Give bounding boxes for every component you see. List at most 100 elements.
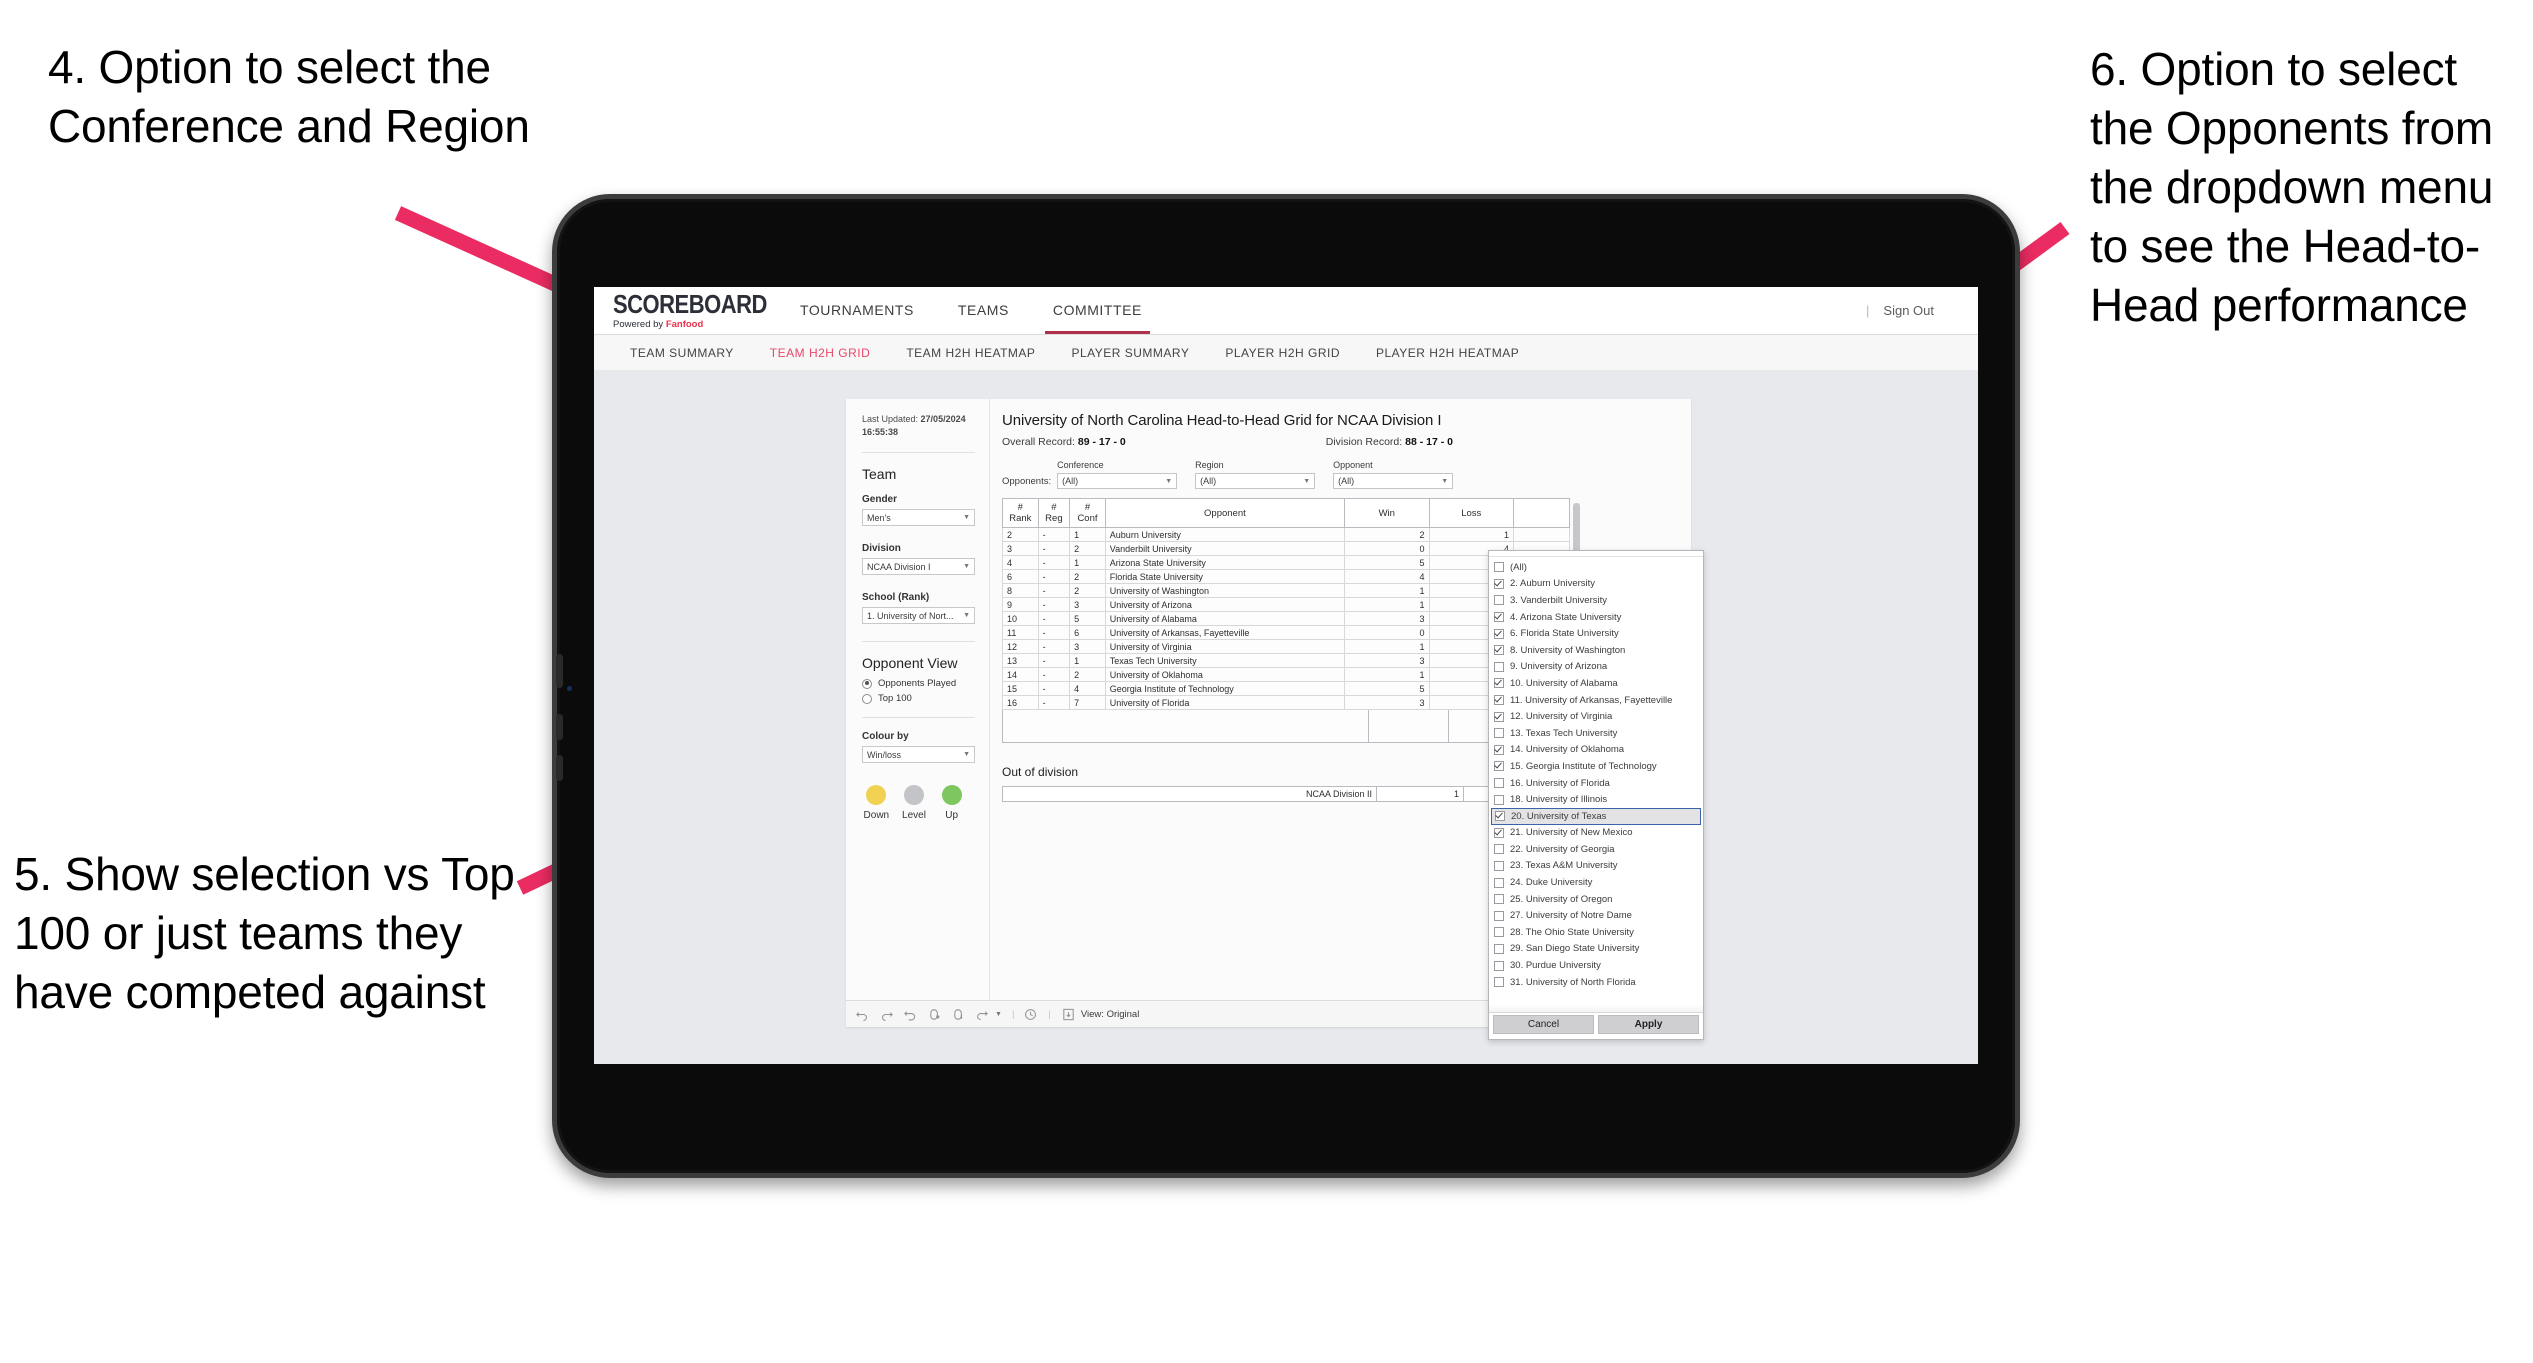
table-row[interactable]: 16-7University of Florida31 <box>1002 695 1571 710</box>
checkbox-icon[interactable] <box>1494 860 1504 871</box>
dropdown-option[interactable]: 15. Georgia Institute of Technology <box>1489 758 1703 775</box>
dropdown-option[interactable]: 11. University of Arkansas, Fayetteville <box>1489 692 1703 709</box>
dropdown-option[interactable]: (All) <box>1489 559 1703 576</box>
revert-icon[interactable] <box>903 1007 918 1022</box>
history-icon[interactable] <box>1023 1007 1038 1022</box>
tab-team-h2h-heatmap[interactable]: TEAM H2H HEATMAP <box>906 346 1035 360</box>
table-row[interactable]: 8-2University of Washington10 <box>1002 583 1571 598</box>
dropdown-option[interactable]: 25. University of Oregon <box>1489 891 1703 908</box>
nav-item-teams[interactable]: TEAMS <box>958 287 1009 334</box>
dropdown-option[interactable]: 29. San Diego State University <box>1489 941 1703 958</box>
table-row[interactable]: 3-2 Vanderbilt University 0 4 <box>1002 541 1571 556</box>
checkbox-icon[interactable] <box>1494 794 1504 805</box>
dropdown-option[interactable]: 22. University of Georgia <box>1489 841 1703 858</box>
opponent-select[interactable]: (All) ▼ <box>1333 473 1454 489</box>
dropdown-option[interactable]: 23. Texas A&M University <box>1489 858 1703 875</box>
checkbox-icon[interactable] <box>1494 595 1504 606</box>
volume-up-button[interactable] <box>556 714 563 740</box>
dropdown-option[interactable]: 24. Duke University <box>1489 874 1703 891</box>
tab-player-summary[interactable]: PLAYER SUMMARY <box>1071 346 1189 360</box>
dropdown-option[interactable]: 8. University of Washington <box>1489 642 1703 659</box>
dropdown-option[interactable]: 4. Arizona State University <box>1489 609 1703 626</box>
checkbox-icon[interactable] <box>1494 578 1504 589</box>
table-row[interactable]: 15-4Georgia Institute of Technology50 <box>1002 681 1571 696</box>
checkbox-icon[interactable] <box>1494 927 1504 938</box>
volume-down-button[interactable] <box>556 755 563 781</box>
dropdown-option[interactable]: 30. Purdue University <box>1489 957 1703 974</box>
checkbox-icon[interactable] <box>1494 678 1504 689</box>
tab-team-summary[interactable]: TEAM SUMMARY <box>630 346 734 360</box>
dropdown-option[interactable]: 31. University of North Florida <box>1489 974 1703 991</box>
dropdown-option[interactable]: 21. University of New Mexico <box>1489 825 1703 842</box>
dropdown-option[interactable]: 16. University of Florida <box>1489 775 1703 792</box>
table-row[interactable]: 2-1 Auburn University 2 1 <box>1002 527 1571 542</box>
checkbox-icon[interactable] <box>1494 827 1504 838</box>
table-row[interactable]: 9-3University of Arizona10 <box>1002 597 1571 612</box>
sign-out-link[interactable]: | Sign Out <box>1866 287 1934 334</box>
checkbox-icon[interactable] <box>1494 761 1504 772</box>
checkbox-icon[interactable] <box>1494 711 1504 722</box>
checkbox-icon[interactable] <box>1494 844 1504 855</box>
undo-icon[interactable] <box>855 1007 870 1022</box>
dropdown-option[interactable]: 10. University of Alabama <box>1489 675 1703 692</box>
dropdown-option[interactable]: 28. The Ohio State University <box>1489 924 1703 941</box>
dropdown-option[interactable]: 13. Texas Tech University <box>1489 725 1703 742</box>
table-row[interactable]: 4-1Arizona State University51 <box>1002 555 1571 570</box>
checkbox-icon[interactable] <box>1494 645 1504 656</box>
view-original-button[interactable]: View: Original <box>1061 1007 1139 1022</box>
nav-item-committee[interactable]: COMMITTEE <box>1044 287 1150 334</box>
apply-button[interactable]: Apply <box>1598 1015 1699 1034</box>
conference-select[interactable]: (All) ▼ <box>1057 473 1178 489</box>
checkbox-icon[interactable] <box>1494 894 1504 905</box>
nav-item-tournaments[interactable]: TOURNAMENTS <box>800 287 914 334</box>
checkbox-icon[interactable] <box>1494 943 1504 954</box>
tab-player-h2h-heatmap[interactable]: PLAYER H2H HEATMAP <box>1376 346 1519 360</box>
checkbox-icon[interactable] <box>1494 628 1504 639</box>
table-row[interactable]: 12-3University of Virginia10 <box>1002 639 1571 654</box>
checkbox-icon[interactable] <box>1494 910 1504 921</box>
checkbox-icon[interactable] <box>1494 562 1504 573</box>
tab-player-h2h-grid[interactable]: PLAYER H2H GRID <box>1225 346 1340 360</box>
radio-opponents-played[interactable]: Opponents Played <box>862 678 975 689</box>
dropdown-option[interactable]: 3. Vanderbilt University <box>1489 592 1703 609</box>
dropdown-option[interactable]: 2. Auburn University <box>1489 576 1703 593</box>
opponent-dropdown-panel[interactable]: (All) 2. Auburn University 3. Vanderbilt U… <box>1488 550 1704 1040</box>
checkbox-icon[interactable] <box>1494 744 1504 755</box>
tab-team-h2h-grid[interactable]: TEAM H2H GRID <box>770 346 871 360</box>
checkbox-icon[interactable] <box>1494 728 1504 739</box>
dropdown-option[interactable]: 18. University of Illinois <box>1489 791 1703 808</box>
school-rank-select[interactable]: 1. University of Nort... ▼ <box>862 607 975 624</box>
colour-by-select[interactable]: Win/loss ▼ <box>862 746 975 763</box>
dropdown-option[interactable]: 9. University of Arizona <box>1489 659 1703 676</box>
opponent-option-list[interactable]: (All) 2. Auburn University 3. Vanderbilt U… <box>1489 557 1703 1005</box>
cancel-button[interactable]: Cancel <box>1493 1015 1594 1034</box>
pause-auto-update-icon[interactable] <box>951 1007 966 1022</box>
checkbox-icon[interactable] <box>1494 695 1504 706</box>
dropdown-option[interactable]: 14. University of Oklahoma <box>1489 742 1703 759</box>
region-select[interactable]: (All) ▼ <box>1195 473 1316 489</box>
chevron-down-icon[interactable]: ▼ <box>995 1011 1002 1018</box>
checkbox-icon[interactable] <box>1494 661 1504 672</box>
table-row[interactable]: 13-1Texas Tech University30 <box>1002 653 1571 668</box>
refresh-icon[interactable] <box>927 1007 942 1022</box>
table-row[interactable]: 14-2University of Oklahoma12 <box>1002 667 1571 682</box>
share-icon[interactable] <box>975 1007 990 1022</box>
checkbox-icon[interactable] <box>1494 977 1504 988</box>
radio-top-100[interactable]: Top 100 <box>862 693 975 704</box>
checkbox-icon[interactable] <box>1494 612 1504 623</box>
checkbox-icon[interactable] <box>1494 960 1504 971</box>
checkbox-icon[interactable] <box>1494 778 1504 789</box>
table-row[interactable]: 6-2Florida State University42 <box>1002 569 1571 584</box>
gender-select[interactable]: Men's ▼ <box>862 509 975 526</box>
table-row[interactable]: 10-5University of Alabama30 <box>1002 611 1571 626</box>
checkbox-icon[interactable] <box>1494 877 1504 888</box>
division-select[interactable]: NCAA Division I ▼ <box>862 558 975 575</box>
dropdown-option[interactable]: 12. University of Virginia <box>1489 708 1703 725</box>
dropdown-option[interactable]: 27. University of Notre Dame <box>1489 907 1703 924</box>
power-button[interactable] <box>556 654 563 688</box>
redo-icon[interactable] <box>879 1007 894 1022</box>
dropdown-option[interactable]: 6. Florida State University <box>1489 625 1703 642</box>
dropdown-option[interactable]: 20. University of Texas <box>1491 807 1701 825</box>
checkbox-icon[interactable] <box>1495 811 1505 822</box>
brand-logo[interactable]: SCOREBOARD Powered by Fanfood <box>613 291 767 330</box>
